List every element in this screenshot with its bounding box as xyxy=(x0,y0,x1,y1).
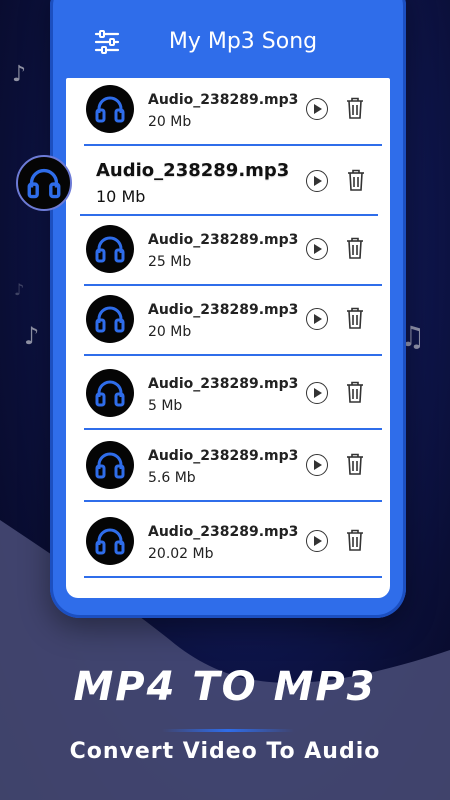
trash-icon[interactable] xyxy=(346,381,364,403)
music-note-icon: ♪ xyxy=(24,322,40,350)
list-item[interactable]: Audio_238289.mp3 20 Mb xyxy=(84,288,382,356)
app-header: My Mp3 Song xyxy=(50,0,406,78)
featured-song-name: Audio_238289.mp3 xyxy=(96,160,290,181)
headline-underline xyxy=(162,729,294,732)
song-name: Audio_238289.mp3 xyxy=(148,376,299,392)
headphones-icon xyxy=(86,369,134,417)
headphones-icon xyxy=(86,85,134,133)
song-name: Audio_238289.mp3 xyxy=(148,92,299,108)
trash-icon[interactable] xyxy=(347,169,365,191)
list-item[interactable]: Audio_238289.mp3 25 Mb xyxy=(84,218,382,286)
music-note-icon: ♪ xyxy=(12,62,27,87)
list-item[interactable]: Audio_238289.mp3 20 Mb xyxy=(84,78,382,146)
song-name: Audio_238289.mp3 xyxy=(148,524,299,540)
trash-icon[interactable] xyxy=(346,529,364,551)
featured-play-button[interactable] xyxy=(306,170,328,192)
song-size: 20.02 Mb xyxy=(148,546,214,562)
song-size: 5 Mb xyxy=(148,398,183,414)
trash-icon[interactable] xyxy=(346,453,364,475)
headphones-icon xyxy=(86,225,134,273)
play-button[interactable] xyxy=(306,454,328,476)
trash-icon[interactable] xyxy=(346,237,364,259)
trash-icon[interactable] xyxy=(346,307,364,329)
play-button[interactable] xyxy=(306,98,328,120)
featured-divider xyxy=(80,214,378,216)
play-button[interactable] xyxy=(306,238,328,260)
featured-song-size: 10 Mb xyxy=(96,187,146,206)
song-name: Audio_238289.mp3 xyxy=(148,448,299,464)
song-name: Audio_238289.mp3 xyxy=(148,302,299,318)
play-button[interactable] xyxy=(306,382,328,404)
list-item[interactable]: Audio_238289.mp3 5 Mb xyxy=(84,362,382,430)
music-note-icon: ♪ xyxy=(14,280,25,299)
page-title: My Mp3 Song xyxy=(168,29,318,54)
trash-icon[interactable] xyxy=(346,97,364,119)
headphones-icon xyxy=(16,155,72,211)
song-name: Audio_238289.mp3 xyxy=(148,232,299,248)
headphones-icon xyxy=(86,295,134,343)
headphones-icon xyxy=(86,441,134,489)
song-size: 5.6 Mb xyxy=(148,470,196,486)
song-size: 20 Mb xyxy=(148,324,192,340)
promo-headline: MP4 TO MP3 xyxy=(73,664,377,710)
headphones-icon xyxy=(86,517,134,565)
play-button[interactable] xyxy=(306,530,328,552)
play-button[interactable] xyxy=(306,308,328,330)
song-size: 20 Mb xyxy=(148,114,192,130)
promo-subhead: Convert Video To Audio xyxy=(69,739,381,764)
list-item[interactable]: Audio_238289.mp3 20.02 Mb xyxy=(84,510,382,578)
song-size: 25 Mb xyxy=(148,254,192,270)
list-item[interactable]: Audio_238289.mp3 5.6 Mb xyxy=(84,434,382,502)
